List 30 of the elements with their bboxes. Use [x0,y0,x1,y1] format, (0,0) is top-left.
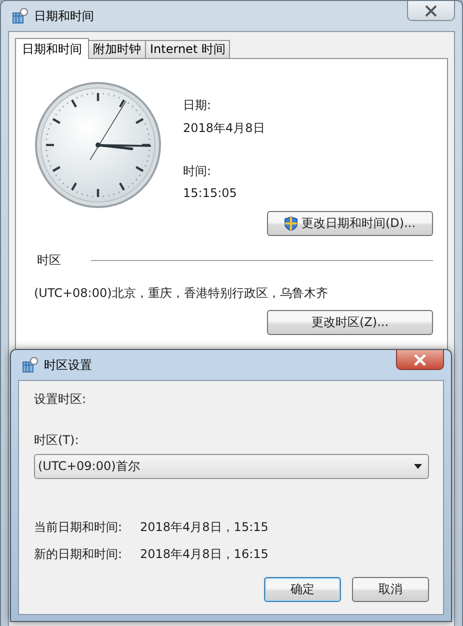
calendar-clock-icon [22,357,38,373]
close-button[interactable] [407,1,455,21]
ok-button[interactable]: 确定 [264,577,341,602]
cancel-button[interactable]: 取消 [352,577,429,602]
time-value: 15:15:05 [183,186,238,200]
row-value: 2018年4月8日，15:15 [140,519,268,536]
row-label: 新的日期和时间: [34,546,124,563]
tab[interactable]: 附加时钟 [88,40,146,58]
tab[interactable]: Internet 时间 [145,40,230,58]
dropdown-arrow-icon [414,464,422,469]
window-title: 日期和时间 [34,8,94,24]
timezone-heading: 时区 [37,252,61,269]
row-value: 2018年4月8日，16:15 [140,546,268,563]
timezone-label: 时区(T): [34,432,80,449]
calendar-clock-icon [12,8,28,24]
date-label: 日期: [183,97,212,114]
dialog-title: 时区设置 [44,356,92,374]
time-label: 时间: [183,163,212,180]
date-value: 2018年4月8日 [183,120,265,137]
timezone-dropdown[interactable]: (UTC+09:00)首尔 [34,454,429,479]
tab[interactable]: 日期和时间 [15,38,89,59]
timezone-text: (UTC+08:00)北京，重庆，香港特别行政区，乌鲁木齐 [34,285,329,302]
close-icon [413,354,427,366]
prompt-text: 设置时区: [34,391,88,408]
close-button[interactable] [396,350,444,370]
shield-icon [284,216,298,231]
row-label: 当前日期和时间: [34,519,124,536]
change-timezone-button[interactable]: 更改时区(Z)... [267,310,433,335]
change-datetime-button[interactable]: 更改日期和时间(D)... [267,211,433,236]
close-icon [424,4,438,16]
